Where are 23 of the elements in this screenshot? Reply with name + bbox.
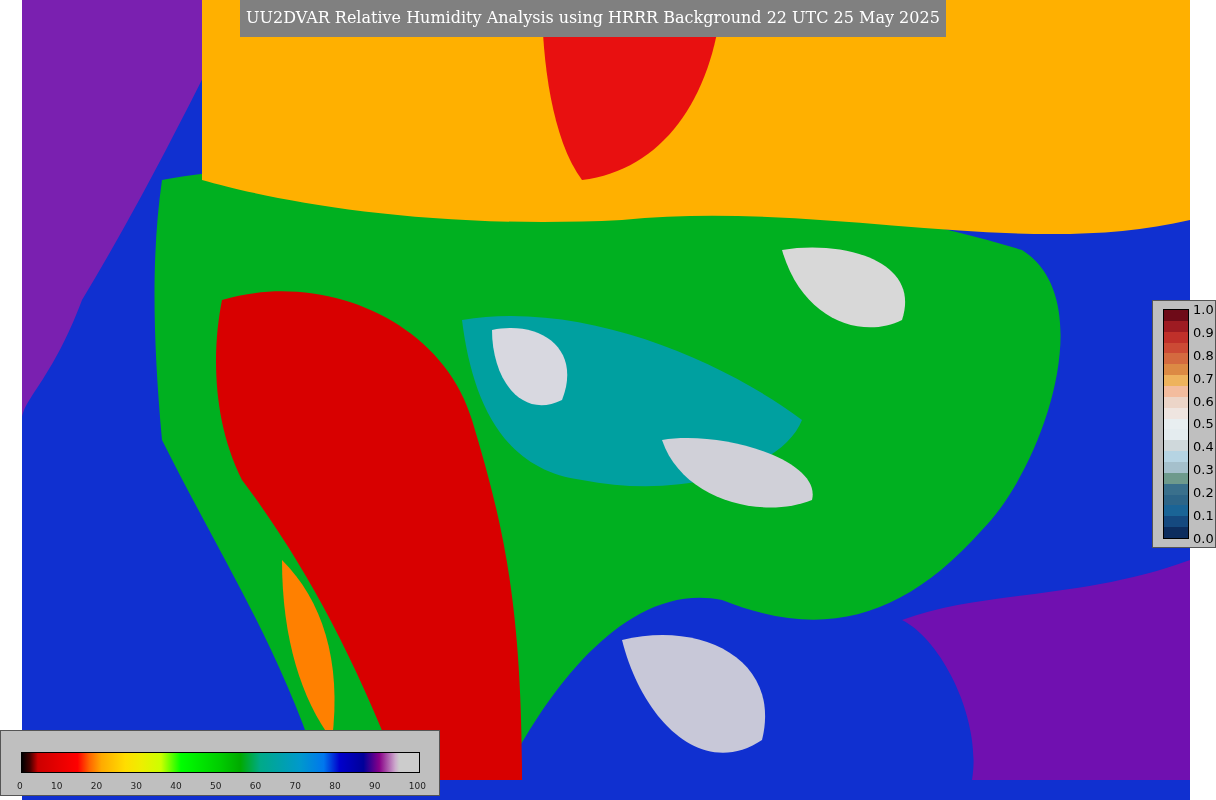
tick-label: 40 xyxy=(170,781,182,791)
tick-label: 0.1 xyxy=(1193,508,1214,523)
tick-label: 60 xyxy=(249,781,262,791)
tick-label: 0.5 xyxy=(1193,416,1214,432)
tick-label: 0.3 xyxy=(1193,462,1214,478)
tick-label: 100 xyxy=(408,781,426,791)
tick-label: 20 xyxy=(90,781,103,791)
tick-label: 0.8 xyxy=(1193,347,1214,363)
tick-label: 0.0 xyxy=(1193,530,1214,546)
tick-label: 90 xyxy=(369,781,381,791)
tick-label: 0 xyxy=(17,781,23,791)
tick-label: 0.7 xyxy=(1193,370,1214,386)
tick-label: 0.4 xyxy=(1193,439,1214,455)
tick-label: 50 xyxy=(210,781,222,791)
tick-label: 80 xyxy=(329,781,341,791)
tick-label: 30 xyxy=(130,781,142,791)
tick-label: 0.6 xyxy=(1193,393,1214,409)
tick-label: 0.9 xyxy=(1193,324,1214,340)
tick-label: 1.0 xyxy=(1193,302,1214,317)
tick-label: 0.2 xyxy=(1193,485,1214,501)
map-title: UU2DVAR Relative Humidity Analysis using HRRR Background 22 UTC 25 May 2025 xyxy=(240,0,946,37)
tick-label: 10 xyxy=(51,781,63,791)
tick-label: 70 xyxy=(289,781,301,791)
